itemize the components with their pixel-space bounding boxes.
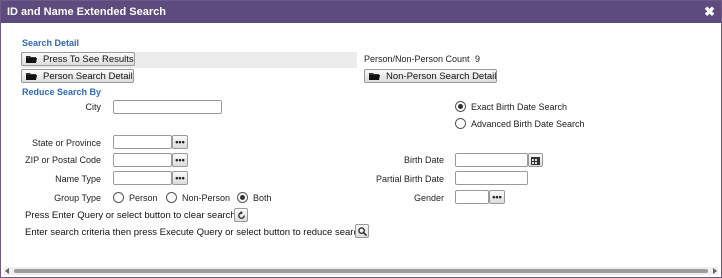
non-person-search-detail-button[interactable]: Non-Person Search Detail [364, 69, 497, 83]
folder-icon [369, 72, 380, 80]
zip-lookup-button[interactable]: ••• [172, 153, 188, 167]
search-detail-heading: Search Detail [22, 38, 80, 48]
dialog-title: ID and Name Extended Search [7, 6, 166, 18]
close-icon[interactable]: ✖ [704, 4, 715, 20]
scrollbar-thumb[interactable] [14, 269, 708, 273]
group-type-non-person-label: Non-Person [182, 193, 231, 203]
folder-icon [26, 72, 37, 80]
birth-date-label: Birth Date [403, 155, 444, 165]
horizontal-scrollbar[interactable] [4, 267, 718, 275]
clear-search-instruction: Press Enter Query or select button to cl… [25, 210, 239, 221]
person-search-detail-button[interactable]: Person Search Detail [21, 69, 134, 83]
press-to-see-results-button[interactable]: Press To See Results [21, 52, 135, 66]
title-bar: ID and Name Extended Search ✖ [1, 1, 721, 23]
city-input[interactable] [113, 100, 222, 114]
gender-label: Gender [413, 193, 444, 203]
gender-lookup-button[interactable]: ••• [489, 190, 505, 204]
exact-birth-date-label: Exact Birth Date Search [471, 102, 568, 112]
dialog-window: ID and Name Extended Search ✖ Search Det… [0, 0, 722, 278]
partial-birth-date-input[interactable] [455, 171, 528, 185]
count-label: Person/Non-Person Count [364, 54, 470, 64]
group-type-both-radio[interactable] [237, 192, 248, 203]
refresh-icon[interactable] [234, 208, 248, 222]
group-type-label: Group Type [54, 193, 101, 203]
state-input[interactable] [113, 135, 172, 149]
press-to-see-results-label: Press To See Results [43, 53, 134, 65]
non-person-search-detail-label: Non-Person Search Detail [386, 70, 497, 82]
zip-label: ZIP or Postal Code [25, 155, 101, 165]
scroll-right-icon[interactable] [713, 268, 717, 274]
group-type-person-label: Person [129, 193, 158, 203]
advanced-birth-date-label: Advanced Birth Date Search [471, 119, 585, 129]
person-search-detail-label: Person Search Detail [43, 70, 133, 82]
search-icon[interactable] [355, 224, 369, 238]
advanced-birth-date-radio[interactable] [455, 118, 466, 129]
city-label: City [85, 102, 102, 112]
group-type-person-radio[interactable] [113, 192, 124, 203]
name-type-input[interactable] [113, 171, 172, 185]
state-label: State or Province [31, 138, 101, 148]
calendar-icon[interactable] [528, 153, 543, 167]
group-type-both-label: Both [253, 193, 272, 203]
zip-input[interactable] [113, 153, 172, 167]
count-value: 9 [475, 54, 481, 64]
birth-date-input[interactable] [455, 153, 528, 167]
name-type-lookup-button[interactable]: ••• [172, 171, 188, 185]
partial-birth-date-label: Partial Birth Date [375, 174, 444, 184]
reduce-search-heading: Reduce Search By [22, 87, 102, 97]
scroll-left-icon[interactable] [5, 268, 9, 274]
group-type-non-person-radio[interactable] [166, 192, 177, 203]
folder-icon [26, 55, 37, 63]
execute-search-instruction: Enter search criteria then press Execute… [25, 227, 367, 238]
exact-birth-date-radio[interactable] [455, 101, 466, 112]
gender-input[interactable] [455, 190, 489, 204]
name-type-label: Name Type [55, 174, 101, 184]
state-lookup-button[interactable]: ••• [172, 135, 188, 149]
